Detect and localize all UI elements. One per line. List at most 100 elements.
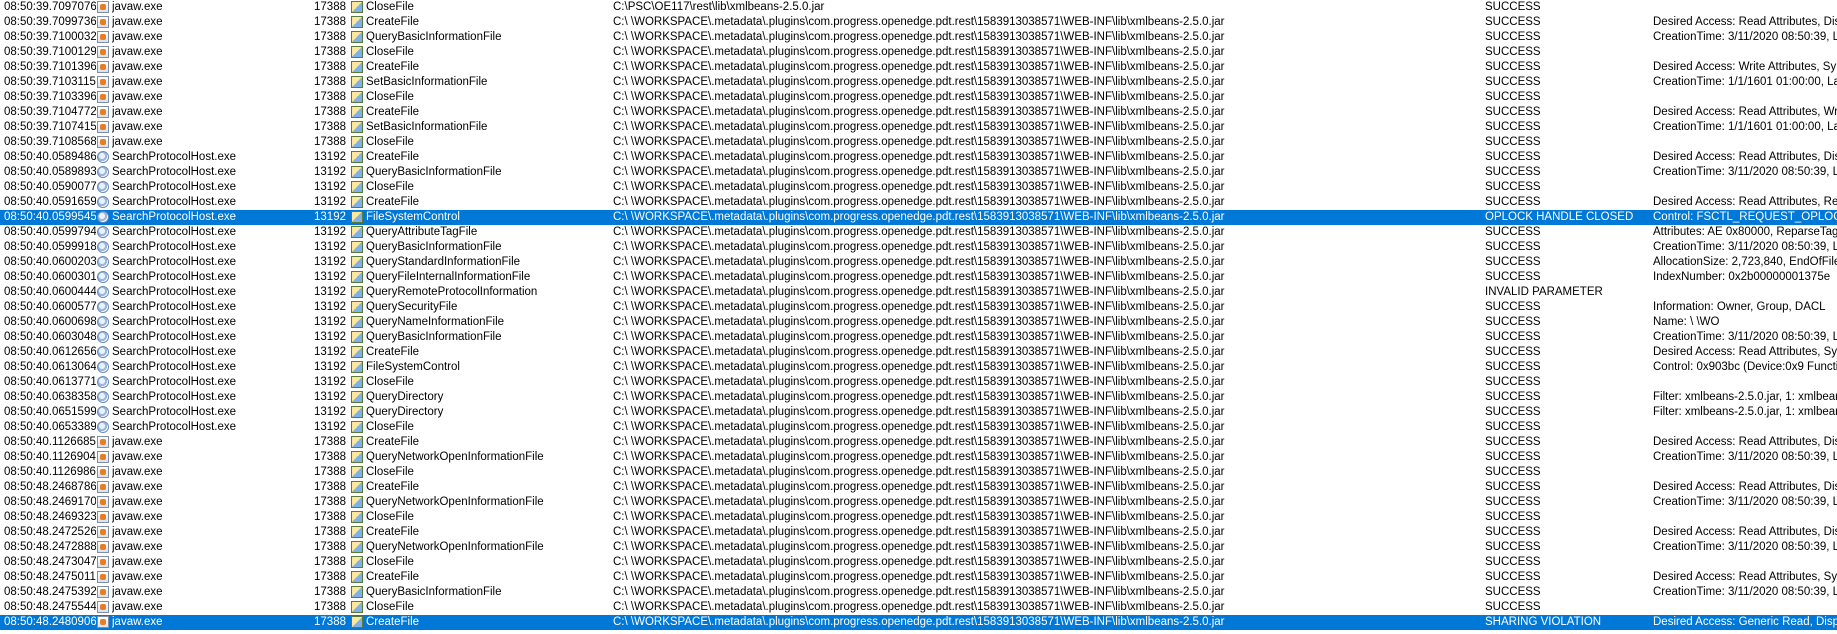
event-row[interactable]: 08:50:40.0638358 SearchProtocolHost.exe … bbox=[0, 390, 1837, 405]
operation-cell: QueryBasicInformationFile bbox=[366, 241, 502, 253]
java-process-icon bbox=[97, 541, 109, 553]
event-row[interactable]: 08:50:40.1126685 javaw.exe 17388 CreateF… bbox=[0, 435, 1837, 450]
event-row[interactable]: 08:50:40.0599545 SearchProtocolHost.exe … bbox=[0, 210, 1837, 225]
operation-icon-cell bbox=[351, 30, 365, 45]
event-row[interactable]: 08:50:48.2475544 javaw.exe 17388 CloseFi… bbox=[0, 600, 1837, 615]
event-row[interactable]: 08:50:48.2475011 javaw.exe 17388 CreateF… bbox=[0, 570, 1837, 585]
result-cell: SUCCESS bbox=[1485, 451, 1541, 463]
event-row[interactable]: 08:50:40.1126986 javaw.exe 17388 CloseFi… bbox=[0, 465, 1837, 480]
detail-cell: IndexNumber: 0x2b00000001375e bbox=[1653, 271, 1831, 283]
result-cell: SUCCESS bbox=[1485, 136, 1541, 148]
event-row[interactable]: 08:50:40.0589486 SearchProtocolHost.exe … bbox=[0, 150, 1837, 165]
operation-icon-cell bbox=[351, 210, 365, 225]
detail-cell bbox=[1653, 420, 1837, 435]
operation-icon-cell bbox=[351, 180, 365, 195]
detail-cell bbox=[1653, 510, 1837, 525]
filesystem-op-icon bbox=[351, 76, 363, 88]
process-icon-cell bbox=[97, 120, 111, 135]
event-row[interactable]: 08:50:48.2473047 javaw.exe 17388 CloseFi… bbox=[0, 555, 1837, 570]
event-row[interactable]: 08:50:39.7097076 javaw.exe 17388 CloseFi… bbox=[0, 0, 1837, 15]
detail-cell: Desired Access: Read Attributes, Dispo bbox=[1653, 526, 1837, 538]
time-cell: 08:50:48.2472526 bbox=[4, 526, 96, 538]
pid-cell: 17388 bbox=[314, 571, 346, 583]
operation-cell: CreateFile bbox=[366, 616, 420, 628]
event-row[interactable]: 08:50:40.0599794 SearchProtocolHost.exe … bbox=[0, 225, 1837, 240]
result-cell: SUCCESS bbox=[1485, 226, 1541, 238]
event-row[interactable]: 08:50:40.0591659 SearchProtocolHost.exe … bbox=[0, 195, 1837, 210]
operation-cell: CreateFile bbox=[366, 151, 420, 163]
event-row[interactable]: 08:50:48.2472526 javaw.exe 17388 CreateF… bbox=[0, 525, 1837, 540]
operation-cell: CloseFile bbox=[366, 1, 414, 13]
event-row[interactable]: 08:50:39.7101396 javaw.exe 17388 CreateF… bbox=[0, 60, 1837, 75]
event-row[interactable]: 08:50:48.2472888 javaw.exe 17388 QueryNe… bbox=[0, 540, 1837, 555]
event-row[interactable]: 08:50:40.0613771 SearchProtocolHost.exe … bbox=[0, 375, 1837, 390]
event-row[interactable]: 08:50:40.0600301 SearchProtocolHost.exe … bbox=[0, 270, 1837, 285]
process-icon-cell bbox=[97, 135, 111, 150]
operation-cell: QueryBasicInformationFile bbox=[366, 166, 502, 178]
event-row[interactable]: 08:50:39.7107415 javaw.exe 17388 SetBasi… bbox=[0, 120, 1837, 135]
event-row[interactable]: 08:50:40.0613064 SearchProtocolHost.exe … bbox=[0, 360, 1837, 375]
filesystem-op-icon bbox=[351, 181, 363, 193]
event-row[interactable]: 08:50:40.0603048 SearchProtocolHost.exe … bbox=[0, 330, 1837, 345]
event-row[interactable]: 08:50:40.0653389 SearchProtocolHost.exe … bbox=[0, 420, 1837, 435]
filesystem-op-icon bbox=[351, 601, 363, 613]
event-row[interactable]: 08:50:40.0590077 SearchProtocolHost.exe … bbox=[0, 180, 1837, 195]
event-row[interactable]: 08:50:39.7104772 javaw.exe 17388 CreateF… bbox=[0, 105, 1837, 120]
process-name-cell: javaw.exe bbox=[112, 16, 163, 28]
pid-cell: 13192 bbox=[314, 226, 346, 238]
event-row[interactable]: 08:50:40.0612656 SearchProtocolHost.exe … bbox=[0, 345, 1837, 360]
event-row[interactable]: 08:50:39.7103115 javaw.exe 17388 SetBasi… bbox=[0, 75, 1837, 90]
event-row[interactable]: 08:50:48.2480906 javaw.exe 17388 CreateF… bbox=[0, 615, 1837, 630]
event-row[interactable]: 08:50:39.7100032 javaw.exe 17388 QueryBa… bbox=[0, 30, 1837, 45]
path-cell: C:\ \WORKSPACE\.metadata\.plugins\com.pr… bbox=[613, 616, 1225, 628]
event-row[interactable]: 08:50:48.2469323 javaw.exe 17388 CloseFi… bbox=[0, 510, 1837, 525]
filesystem-op-icon bbox=[351, 616, 363, 628]
event-row[interactable]: 08:50:40.0600577 SearchProtocolHost.exe … bbox=[0, 300, 1837, 315]
event-row[interactable]: 08:50:40.0600698 SearchProtocolHost.exe … bbox=[0, 315, 1837, 330]
search-host-icon bbox=[97, 301, 109, 313]
event-row[interactable]: 08:50:48.2475392 javaw.exe 17388 QueryBa… bbox=[0, 585, 1837, 600]
time-cell: 08:50:40.0600203 bbox=[4, 256, 96, 268]
result-cell: SHARING VIOLATION bbox=[1485, 616, 1602, 628]
detail-cell bbox=[1653, 285, 1837, 300]
event-row[interactable]: 08:50:40.0600444 SearchProtocolHost.exe … bbox=[0, 285, 1837, 300]
operation-cell: QueryNetworkOpenInformationFile bbox=[366, 496, 544, 508]
process-icon-cell bbox=[97, 180, 111, 195]
pid-cell: 13192 bbox=[314, 151, 346, 163]
detail-cell bbox=[1653, 465, 1837, 480]
path-cell: C:\ \WORKSPACE\.metadata\.plugins\com.pr… bbox=[613, 226, 1225, 238]
event-list[interactable]: 08:50:39.7097076 javaw.exe 17388 CloseFi… bbox=[0, 0, 1837, 630]
filesystem-op-icon bbox=[351, 211, 363, 223]
java-process-icon bbox=[97, 436, 109, 448]
process-name-cell: SearchProtocolHost.exe bbox=[112, 301, 237, 313]
event-row[interactable]: 08:50:40.0600203 SearchProtocolHost.exe … bbox=[0, 255, 1837, 270]
time-cell: 08:50:40.0603048 bbox=[4, 331, 96, 343]
path-cell: C:\PSC\OE117\rest\lib\xmlbeans-2.5.0.jar bbox=[613, 1, 825, 13]
event-row[interactable]: 08:50:40.0599918 SearchProtocolHost.exe … bbox=[0, 240, 1837, 255]
event-row[interactable]: 08:50:39.7103396 javaw.exe 17388 CloseFi… bbox=[0, 90, 1837, 105]
event-row[interactable]: 08:50:40.0589893 SearchProtocolHost.exe … bbox=[0, 165, 1837, 180]
process-icon-cell bbox=[97, 165, 111, 180]
filesystem-op-icon bbox=[351, 376, 363, 388]
event-row[interactable]: 08:50:39.7108568 javaw.exe 17388 CloseFi… bbox=[0, 135, 1837, 150]
process-name-cell: SearchProtocolHost.exe bbox=[112, 166, 237, 178]
operation-cell: CloseFile bbox=[366, 91, 414, 103]
event-row[interactable]: 08:50:39.7100129 javaw.exe 17388 CloseFi… bbox=[0, 45, 1837, 60]
event-row[interactable]: 08:50:48.2469170 javaw.exe 17388 QueryNe… bbox=[0, 495, 1837, 510]
operation-cell: QueryNameInformationFile bbox=[366, 316, 505, 328]
result-cell: OPLOCK HANDLE CLOSED bbox=[1485, 211, 1634, 223]
event-row[interactable]: 08:50:40.0651599 SearchProtocolHost.exe … bbox=[0, 405, 1837, 420]
result-cell: INVALID PARAMETER bbox=[1485, 286, 1603, 298]
detail-cell: Control: 0x903bc (Device:0x9 Function bbox=[1653, 361, 1837, 373]
pid-cell: 13192 bbox=[314, 256, 346, 268]
result-cell: SUCCESS bbox=[1485, 121, 1541, 133]
java-process-icon bbox=[97, 586, 109, 598]
event-row[interactable]: 08:50:39.7099736 javaw.exe 17388 CreateF… bbox=[0, 15, 1837, 30]
filesystem-op-icon bbox=[351, 226, 363, 238]
operation-cell: CloseFile bbox=[366, 376, 414, 388]
event-row[interactable]: 08:50:48.2468786 javaw.exe 17388 CreateF… bbox=[0, 480, 1837, 495]
time-cell: 08:50:48.2469323 bbox=[4, 511, 96, 523]
process-icon-cell bbox=[97, 330, 111, 345]
process-name-cell: javaw.exe bbox=[112, 436, 163, 448]
event-row[interactable]: 08:50:40.1126904 javaw.exe 17388 QueryNe… bbox=[0, 450, 1837, 465]
